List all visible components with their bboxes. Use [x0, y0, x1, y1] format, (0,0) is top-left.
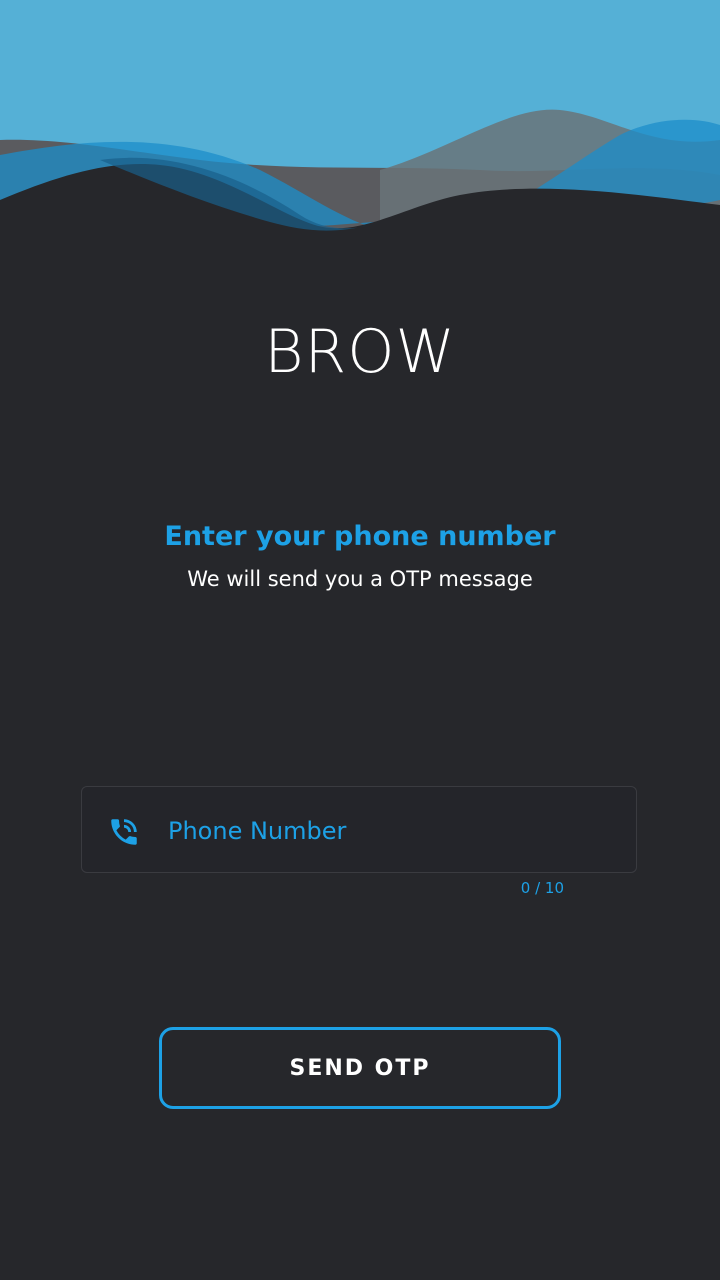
character-counter: 0 / 10	[520, 879, 564, 897]
phone-number-field[interactable]	[81, 786, 637, 873]
phone-number-input[interactable]	[168, 809, 608, 853]
login-screen: BROW Enter your phone number We will sen…	[0, 0, 720, 1280]
prompt-subheading: We will send you a OTP message	[187, 567, 533, 591]
send-otp-button[interactable]: SEND OTP	[159, 1027, 561, 1109]
app-title: BROW	[264, 317, 456, 387]
phone-in-talk-icon	[111, 819, 137, 845]
wave-header-decoration	[0, 0, 720, 250]
prompt-heading: Enter your phone number	[164, 521, 556, 552]
